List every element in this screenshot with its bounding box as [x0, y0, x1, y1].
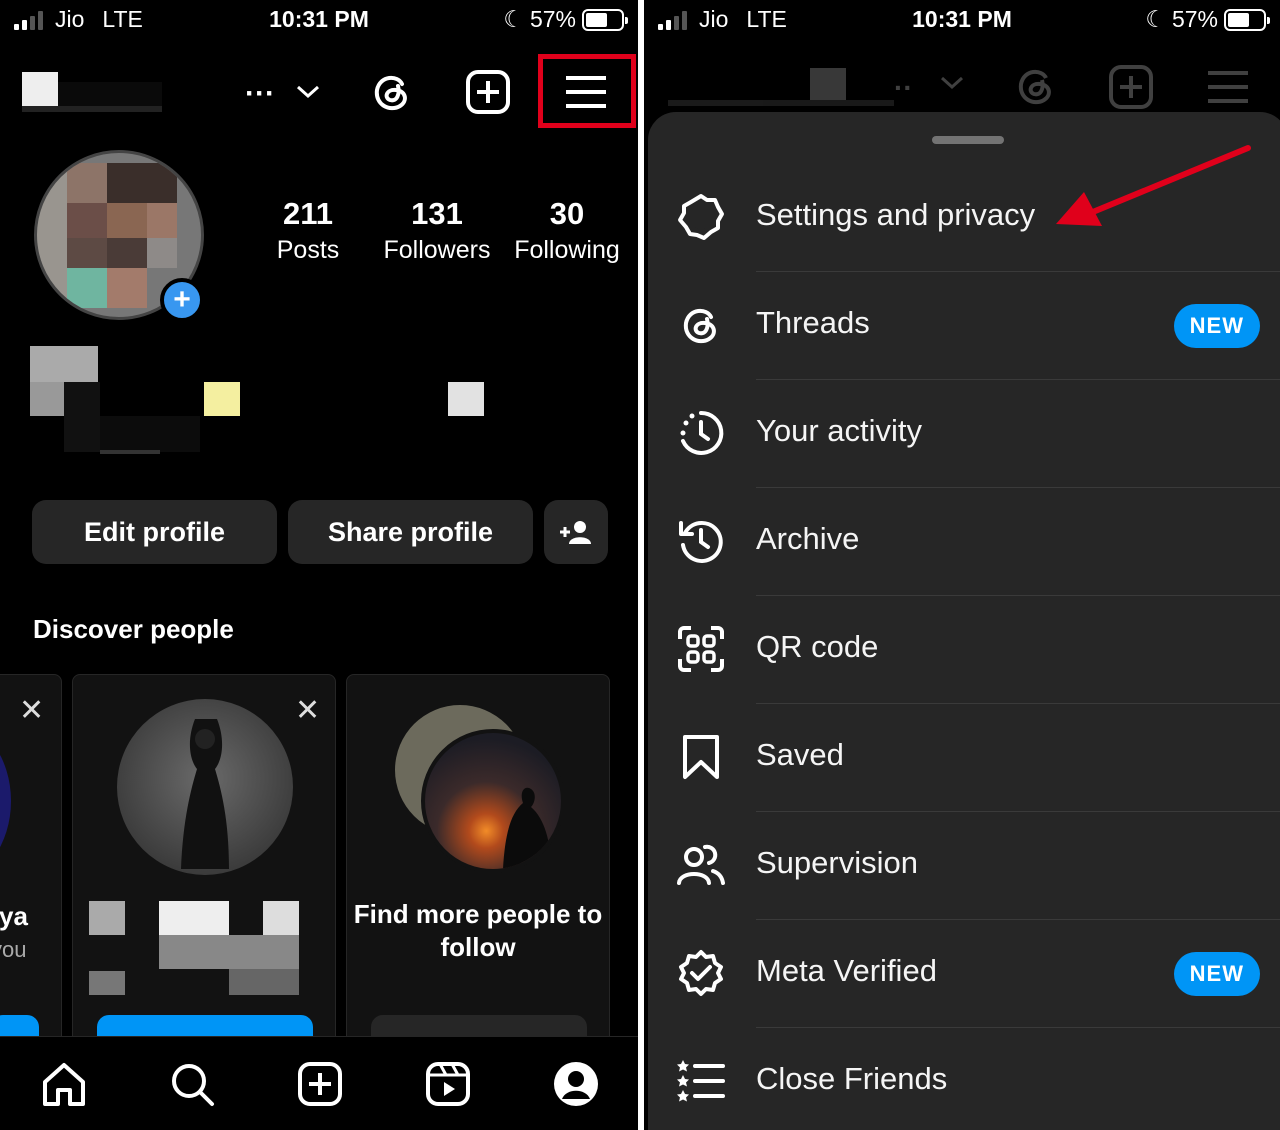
- moon-icon: ☾: [503, 6, 524, 32]
- close-icon[interactable]: ✕: [19, 693, 44, 728]
- battery-percent: 57%: [529, 6, 576, 32]
- new-badge: NEW: [1173, 304, 1260, 348]
- share-profile-button[interactable]: Share profile: [288, 500, 533, 564]
- menu-screen: Jio LTE 10:31 PM ☾ 57% ·· Settings and p…: [644, 0, 1280, 1130]
- battery-icon: [582, 8, 628, 31]
- discover-people-title: Discover people: [33, 614, 234, 644]
- find-more-card[interactable]: [346, 674, 610, 1074]
- add-person-button[interactable]: [544, 500, 608, 564]
- menu-sheet: Settings and privacy Threads NEW Your ac…: [648, 112, 1280, 1130]
- annotation-arrow: [1056, 145, 1251, 226]
- add-story-icon[interactable]: +: [160, 278, 204, 322]
- suggestion-card[interactable]: ✕ ya you: [0, 674, 62, 1074]
- profile-icon[interactable]: [551, 1059, 601, 1109]
- menu-item-saved[interactable]: Saved: [648, 704, 1280, 812]
- followers-stat[interactable]: 131 Followers: [376, 196, 498, 265]
- menu-item-meta-verified[interactable]: Meta Verified NEW: [648, 920, 1280, 1028]
- home-icon[interactable]: [39, 1059, 89, 1109]
- new-post-icon[interactable]: [462, 66, 514, 118]
- qr-code-icon: [676, 624, 726, 674]
- verified-icon: [676, 948, 726, 998]
- posts-stat[interactable]: 211 Posts: [258, 196, 358, 265]
- menu-item-threads[interactable]: Threads NEW: [648, 272, 1280, 380]
- threads-icon: [676, 300, 726, 350]
- menu-item-close-friends[interactable]: Close Friends: [648, 1028, 1280, 1130]
- search-icon[interactable]: [167, 1059, 217, 1109]
- edit-profile-button[interactable]: Edit profile: [32, 500, 277, 564]
- moon-icon: ☾: [1145, 6, 1166, 32]
- activity-icon: [676, 408, 726, 458]
- suggestion-card[interactable]: ✕: [72, 674, 336, 1074]
- menu-item-archive[interactable]: Archive: [648, 488, 1280, 596]
- chevron-down-icon[interactable]: [290, 74, 326, 110]
- sunset-photo: [421, 729, 565, 873]
- add-person-icon: [560, 521, 591, 544]
- following-stat[interactable]: 30 Following: [508, 196, 626, 265]
- menu-item-supervision[interactable]: Supervision: [648, 812, 1280, 920]
- gear-icon: [676, 192, 726, 242]
- supervision-icon: [676, 840, 726, 890]
- battery-percent: 57%: [1171, 6, 1218, 32]
- menu-highlight: [538, 54, 636, 128]
- menu-item-qr-code[interactable]: QR code: [648, 596, 1280, 704]
- suggestion-avatar[interactable]: [117, 699, 293, 875]
- new-badge: NEW: [1173, 952, 1260, 996]
- battery-icon: [1224, 8, 1270, 31]
- close-icon[interactable]: ✕: [295, 693, 320, 728]
- bookmark-icon: [676, 732, 726, 782]
- close-friends-icon: [676, 1056, 726, 1106]
- more-icon[interactable]: ···: [240, 74, 280, 114]
- reels-icon[interactable]: [423, 1059, 473, 1109]
- archive-icon: [676, 516, 726, 566]
- find-more-text: Find more people to follow: [353, 899, 603, 962]
- status-bar: Jio LTE 10:31 PM ☾ 57%: [644, 0, 1280, 44]
- bottom-nav: [0, 1036, 638, 1130]
- menu-item-your-activity[interactable]: Your activity: [648, 380, 1280, 488]
- status-bar: Jio LTE 10:31 PM ☾ 57%: [0, 0, 638, 44]
- sheet-grabber[interactable]: [932, 136, 1004, 144]
- create-icon[interactable]: [295, 1059, 345, 1109]
- username-redacted[interactable]: [22, 72, 58, 106]
- threads-icon[interactable]: [366, 66, 418, 118]
- profile-screen: Jio LTE 10:31 PM ☾ 57% ··· + 211 Posts 1…: [0, 0, 638, 1130]
